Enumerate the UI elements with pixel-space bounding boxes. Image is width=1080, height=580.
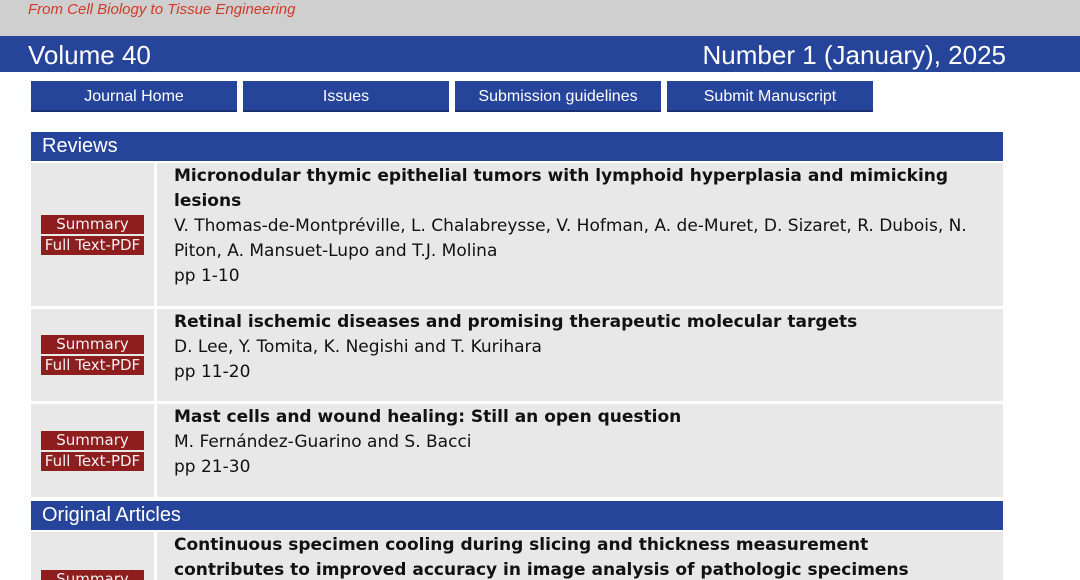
volume-bar: Volume 40 Number 1 (January), 2025 — [0, 36, 1080, 72]
article-title[interactable]: Mast cells and wound healing: Still an o… — [174, 405, 993, 430]
article-info: Mast cells and wound healing: Still an o… — [157, 404, 1003, 497]
article-title[interactable]: Retinal ischemic diseases and promising … — [174, 310, 993, 335]
article-pages: pp 21-30 — [174, 457, 251, 477]
article-row: Summary Full Text-PDF Retinal ischemic d… — [31, 309, 1003, 401]
journal-home-button[interactable]: Journal Home — [31, 81, 237, 112]
section-header-original-articles: Original Articles — [31, 501, 1003, 530]
article-authors: M. Fernández-Guarino and S. Bacci — [174, 432, 472, 452]
full-text-pdf-button[interactable]: Full Text-PDF — [41, 452, 144, 471]
issue-label: Number 1 (January), 2025 — [702, 40, 1006, 70]
article-authors: D. Lee, Y. Tomita, K. Negishi and T. Kur… — [174, 337, 542, 357]
header-band: From Cell Biology to Tissue Engineering — [0, 0, 1080, 36]
article-actions: Summary Full Text-PDF — [31, 309, 154, 401]
article-title[interactable]: Micronodular thymic epithelial tumors wi… — [174, 164, 993, 214]
summary-button[interactable]: Summary — [41, 335, 144, 354]
section-header-reviews: Reviews — [31, 132, 1003, 161]
article-pages: pp 1-10 — [174, 266, 240, 286]
article-actions: Summary Full Text-PDF — [31, 163, 154, 306]
submission-guidelines-button[interactable]: Submission guidelines — [455, 81, 661, 112]
article-title[interactable]: Continuous specimen cooling during slici… — [174, 533, 993, 580]
full-text-pdf-button[interactable]: Full Text-PDF — [41, 356, 144, 375]
article-row: Summary Full Text-PDF Micronodular thymi… — [31, 163, 1003, 306]
article-actions: Summary — [31, 532, 154, 580]
article-authors: V. Thomas-de-Montpréville, L. Chalabreys… — [174, 216, 967, 261]
issues-button[interactable]: Issues — [243, 81, 449, 112]
article-row: Summary Full Text-PDF Mast cells and wou… — [31, 404, 1003, 497]
summary-button[interactable]: Summary — [41, 570, 144, 580]
volume-label: Volume 40 — [28, 40, 151, 70]
article-pages: pp 11-20 — [174, 362, 251, 382]
journal-tagline: From Cell Biology to Tissue Engineering — [28, 1, 296, 18]
article-info: Continuous specimen cooling during slici… — [157, 532, 1003, 580]
article-info: Micronodular thymic epithelial tumors wi… — [157, 163, 1003, 306]
main-nav: Journal Home Issues Submission guideline… — [0, 81, 1080, 112]
summary-button[interactable]: Summary — [41, 431, 144, 450]
article-actions: Summary Full Text-PDF — [31, 404, 154, 497]
article-info: Retinal ischemic diseases and promising … — [157, 309, 1003, 401]
summary-button[interactable]: Summary — [41, 215, 144, 234]
article-row: Summary Continuous specimen cooling duri… — [31, 532, 1003, 580]
submit-manuscript-button[interactable]: Submit Manuscript — [667, 81, 873, 112]
full-text-pdf-button[interactable]: Full Text-PDF — [41, 236, 144, 255]
